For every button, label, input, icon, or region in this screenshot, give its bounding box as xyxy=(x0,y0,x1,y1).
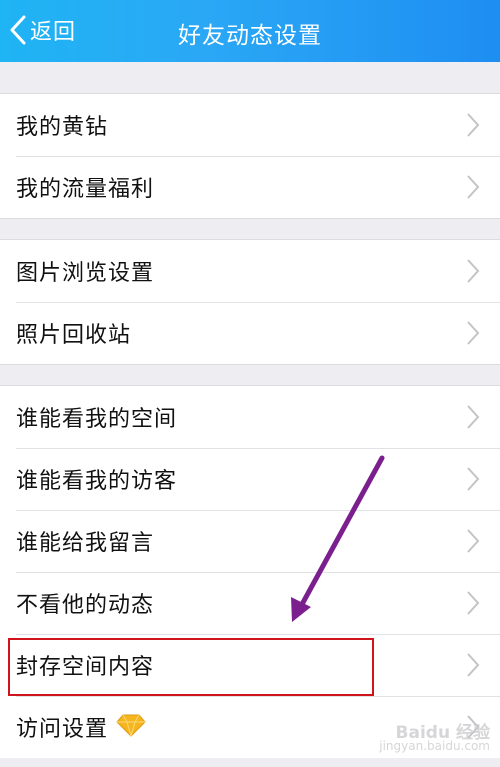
chevron-right-icon xyxy=(466,404,480,434)
nav-bar: 返回 好友动态设置 xyxy=(0,0,500,62)
settings-item-photo-recycle-bin[interactable]: 照片回收站 xyxy=(0,302,500,364)
settings-group-vip: 我的黄钻 我的流量福利 xyxy=(0,93,500,219)
settings-item-hide-their-updates[interactable]: 不看他的动态 xyxy=(0,572,500,634)
chevron-right-icon xyxy=(466,652,480,682)
settings-item-archive-space-content[interactable]: 封存空间内容 xyxy=(0,634,500,696)
settings-item-yellow-diamond[interactable]: 我的黄钻 xyxy=(0,94,500,156)
settings-item-image-browsing[interactable]: 图片浏览设置 xyxy=(0,240,500,302)
chevron-right-icon xyxy=(466,320,480,350)
chevron-right-icon xyxy=(466,258,480,288)
settings-item-label: 照片回收站 xyxy=(16,323,132,348)
settings-item-label: 我的流量福利 xyxy=(16,177,155,202)
chevron-right-icon xyxy=(466,590,480,620)
chevron-right-icon xyxy=(466,174,480,204)
settings-item-label: 访问设置 xyxy=(16,717,109,742)
settings-item-label: 谁能给我留言 xyxy=(16,531,155,556)
settings-item-label: 不看他的动态 xyxy=(16,593,155,618)
settings-item-who-can-leave-message[interactable]: 谁能给我留言 xyxy=(0,510,500,572)
settings-item-label: 谁能看我的访客 xyxy=(16,469,178,494)
settings-group-privacy: 谁能看我的空间 谁能看我的访客 谁能给我留言 不看他的动态 封存空间内容 访问设… xyxy=(0,385,500,758)
settings-item-label: 图片浏览设置 xyxy=(16,261,155,286)
watermark-url: jingyan.baidu.com xyxy=(379,739,490,753)
settings-item-label: 谁能看我的空间 xyxy=(16,407,178,432)
settings-group-photos: 图片浏览设置 照片回收站 xyxy=(0,239,500,365)
chevron-right-icon xyxy=(466,466,480,496)
chevron-right-icon xyxy=(466,112,480,142)
watermark: Baidu 经验 jingyan.baidu.com xyxy=(379,725,490,753)
yellow-diamond-icon xyxy=(116,713,146,741)
settings-item-data-benefits[interactable]: 我的流量福利 xyxy=(0,156,500,218)
chevron-right-icon xyxy=(466,528,480,558)
settings-item-who-can-view-visitors[interactable]: 谁能看我的访客 xyxy=(0,448,500,510)
settings-item-who-can-view-space[interactable]: 谁能看我的空间 xyxy=(0,386,500,448)
page-title: 好友动态设置 xyxy=(178,23,322,49)
settings-item-label: 我的黄钻 xyxy=(16,115,109,140)
settings-item-label: 封存空间内容 xyxy=(16,655,155,680)
